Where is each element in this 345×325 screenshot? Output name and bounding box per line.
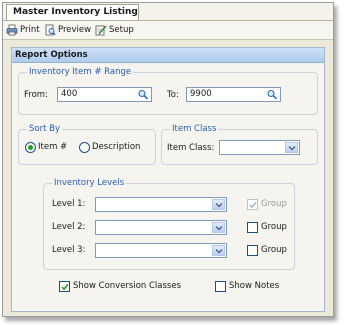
show-notes-label[interactable]: Show Notes bbox=[229, 280, 279, 292]
tab-strip: Master Inventory Listing bbox=[3, 3, 333, 21]
report-window: Master Inventory Listing Print Preview S… bbox=[2, 2, 334, 317]
show-conversion-classes-checkbox[interactable] bbox=[59, 281, 70, 292]
sort-item-label[interactable]: Item # bbox=[38, 141, 67, 153]
setup-icon bbox=[95, 24, 107, 36]
from-value: 400 bbox=[61, 89, 78, 99]
panel-title: Report Options bbox=[12, 48, 324, 63]
from-field[interactable]: 400 bbox=[57, 87, 152, 102]
item-class-legend: Item Class bbox=[170, 124, 219, 135]
level-3-group-label: Group bbox=[261, 245, 287, 255]
show-conversion-classes-label[interactable]: Show Conversion Classes bbox=[73, 280, 181, 292]
level-2-label: Level 2: bbox=[52, 222, 86, 232]
to-value: 9900 bbox=[190, 89, 212, 99]
level-3-label: Level 3: bbox=[52, 245, 86, 255]
tab-master-inventory-listing[interactable]: Master Inventory Listing bbox=[6, 4, 139, 20]
preview-icon bbox=[44, 24, 56, 36]
chevron-down-icon[interactable] bbox=[212, 222, 225, 233]
item-range-group: Inventory Item # Range From: 400 To: 990… bbox=[18, 67, 318, 115]
item-class-label: Item Class: bbox=[167, 143, 215, 153]
setup-label: Setup bbox=[109, 25, 134, 35]
level-3-group-checkbox[interactable] bbox=[247, 245, 258, 256]
print-label: Print bbox=[20, 25, 40, 35]
sort-description-label[interactable]: Description bbox=[92, 141, 140, 153]
item-class-group: Item Class Item Class: bbox=[161, 124, 318, 165]
sort-by-group: Sort By Item # Description bbox=[18, 124, 156, 165]
inventory-levels-group: Inventory Levels Level 1: Group Level 2:… bbox=[43, 178, 295, 270]
search-icon[interactable] bbox=[266, 89, 279, 100]
to-field[interactable]: 9900 bbox=[186, 87, 281, 102]
checkmark-icon bbox=[61, 283, 69, 291]
printer-icon bbox=[6, 24, 18, 36]
sort-item-radio[interactable] bbox=[25, 142, 36, 153]
preview-label: Preview bbox=[58, 25, 92, 35]
report-body: Report Options Inventory Item # Range Fr… bbox=[3, 40, 333, 316]
print-button[interactable]: Print bbox=[6, 23, 40, 37]
sort-description-radio[interactable] bbox=[79, 142, 90, 153]
chevron-down-icon[interactable] bbox=[212, 199, 225, 210]
inventory-levels-legend: Inventory Levels bbox=[52, 178, 127, 189]
chevron-down-icon[interactable] bbox=[285, 142, 298, 153]
level-1-group-checkbox[interactable] bbox=[247, 199, 258, 210]
chevron-down-icon[interactable] bbox=[212, 245, 225, 256]
level-2-group-checkbox[interactable] bbox=[247, 222, 258, 233]
level-1-label: Level 1: bbox=[52, 199, 86, 209]
item-class-select[interactable] bbox=[219, 140, 300, 155]
level-3-select[interactable] bbox=[95, 243, 227, 258]
item-range-legend: Inventory Item # Range bbox=[27, 67, 134, 78]
sort-by-legend: Sort By bbox=[27, 124, 62, 135]
level-1-group-label: Group bbox=[261, 199, 287, 209]
level-2-group-label: Group bbox=[261, 222, 287, 232]
toolbar: Print Preview Setup bbox=[3, 21, 333, 40]
from-label: From: bbox=[24, 90, 48, 100]
level-2-select[interactable] bbox=[95, 220, 227, 235]
level-1-select[interactable] bbox=[95, 197, 227, 212]
search-icon[interactable] bbox=[137, 89, 150, 100]
setup-button[interactable]: Setup bbox=[95, 23, 134, 37]
report-options-panel: Report Options Inventory Item # Range Fr… bbox=[11, 47, 325, 312]
preview-button[interactable]: Preview bbox=[44, 23, 91, 37]
show-notes-checkbox[interactable] bbox=[215, 281, 226, 292]
to-label: To: bbox=[167, 90, 179, 100]
